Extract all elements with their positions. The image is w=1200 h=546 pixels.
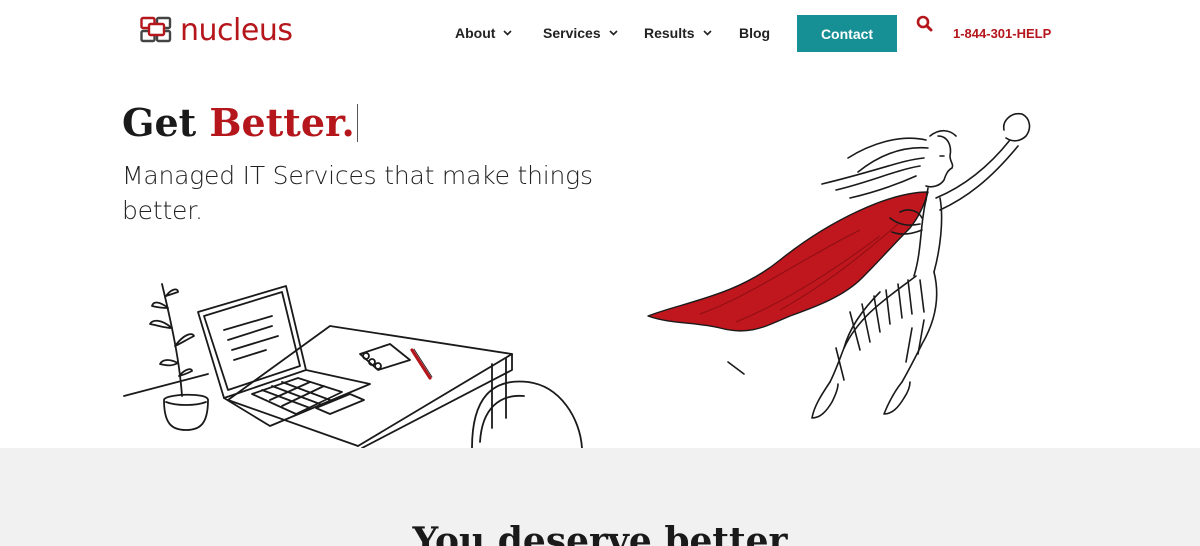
hero-title: Get Better.: [122, 100, 358, 146]
nav-item-services[interactable]: Services: [543, 25, 618, 41]
hero-subtitle: Managed IT Services that make things bet…: [122, 161, 593, 225]
logo-wordmark: nucleus: [180, 13, 293, 48]
site-header: nucleus About Services Results Blog Cont…: [0, 0, 1200, 68]
chevron-down-icon: [703, 30, 712, 36]
nav-item-label: About: [455, 25, 496, 41]
nav-item-about[interactable]: About: [455, 25, 513, 41]
desk-laptop-plant-illustration: [123, 283, 583, 448]
chevron-down-icon: [609, 30, 618, 36]
nav-item-label: Services: [543, 25, 601, 41]
nav-item-results[interactable]: Results: [644, 25, 712, 41]
phone-link[interactable]: 1-844-301-HELP: [953, 26, 1051, 41]
hero-title-prefix: Get: [122, 100, 210, 145]
contact-button[interactable]: Contact: [797, 15, 897, 52]
nucleus-squares-icon: [140, 16, 172, 43]
search-icon[interactable]: [916, 15, 934, 38]
nav-item-blog[interactable]: Blog: [739, 25, 770, 41]
hero-title-accent: Better.: [209, 100, 355, 145]
nav-item-label: Results: [644, 25, 695, 41]
text-cursor: [356, 104, 358, 142]
chevron-down-icon: [503, 30, 513, 36]
section-you-deserve-better: You deserve better: [0, 448, 1200, 546]
logo[interactable]: nucleus: [140, 13, 293, 48]
section-title: You deserve better: [412, 520, 788, 546]
nav-item-label: Blog: [739, 25, 771, 41]
superhero-woman-red-cape-illustration: [647, 112, 1031, 419]
